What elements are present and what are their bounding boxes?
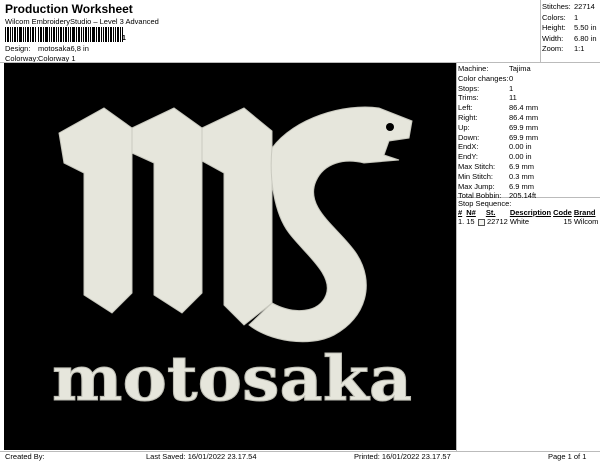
- printed-date: Printed: 16/01/2022 23.17.57: [354, 452, 451, 461]
- summary-row: Colors: 1: [542, 12, 579, 22]
- info-row: Min Stitch: 0.3 mm: [458, 171, 535, 181]
- monogram-s-serpent: [248, 106, 413, 343]
- col-header: Description: [509, 208, 552, 217]
- stop-sequence-table: # N# St. Description Code Brand 1. 15 22…: [458, 208, 600, 226]
- embroidery-logo: motosaka: [52, 106, 413, 416]
- table-header: # N# St. Description Code Brand: [458, 208, 600, 217]
- info-row: Trims: 11: [458, 93, 517, 103]
- wordmark: motosaka: [52, 342, 412, 415]
- summary-row: Height: 5.50 in: [542, 23, 597, 32]
- info-row: Up: 69.9 mm: [458, 122, 539, 132]
- design-label: Design:: [5, 44, 31, 53]
- summary-box: Stitches: 22714 Colors: 1 Height: 5.50 in W…: [542, 2, 597, 55]
- col-header: Brand: [573, 208, 596, 217]
- divider: [540, 0, 541, 62]
- info-row: Left: 86.4 mm: [458, 103, 539, 113]
- summary-row: Width: 6.80 in: [542, 33, 597, 43]
- machine-info: Machine: Tajima Color changes: 0 Stops: 1 T…: [458, 64, 538, 201]
- col-header: #: [458, 208, 463, 217]
- summary-row: Stitches: 22714: [542, 2, 595, 11]
- col-header: Code: [553, 208, 572, 217]
- monogram-m-stroke: [58, 107, 133, 314]
- design-row: Design: motosaka6,8 in: [5, 44, 89, 53]
- info-row: Machine: Tajima: [458, 64, 531, 73]
- info-row: Color changes: 0: [458, 73, 514, 83]
- table-row: 1. 15 22712 White 15 Wilcom: [458, 217, 599, 226]
- col-header: N#: [466, 208, 476, 217]
- last-saved: Last Saved: 16/01/2022 23.17.54: [146, 452, 257, 461]
- barcode-mark: 1: [122, 35, 126, 42]
- software-name: Wilcom EmbroideryStudio – Level 3 Advanc…: [5, 17, 159, 26]
- divider: [456, 62, 457, 452]
- info-row: Stops: 1: [458, 83, 514, 93]
- divider: [0, 451, 600, 452]
- info-row: Max Stitch: 6.9 mm: [458, 161, 535, 171]
- info-row: Down: 69.9 mm: [458, 132, 539, 142]
- info-row: EndX: 0.00 in: [458, 142, 532, 152]
- monogram-m-stroke: [201, 107, 273, 326]
- col-header: St.: [485, 208, 496, 217]
- monogram-m-stroke: [131, 107, 203, 314]
- stop-sequence-heading: Stop Sequence:: [458, 199, 512, 208]
- info-row: EndY: 0.00 in: [458, 152, 532, 162]
- barcode: [5, 27, 123, 42]
- info-row: Max Jump: 6.9 mm: [458, 181, 535, 191]
- serpent-eye: [386, 123, 394, 131]
- info-row: Right: 86.4 mm: [458, 112, 539, 122]
- design-preview: motosaka: [4, 63, 456, 450]
- summary-row: Zoom: 1:1: [542, 44, 585, 53]
- page-number: Page 1 of 1: [548, 452, 587, 461]
- thread-swatch: [477, 218, 485, 226]
- created-by: Created By:: [5, 452, 45, 461]
- design-value: motosaka6,8 in: [38, 44, 89, 53]
- page-title: Production Worksheet: [5, 2, 133, 16]
